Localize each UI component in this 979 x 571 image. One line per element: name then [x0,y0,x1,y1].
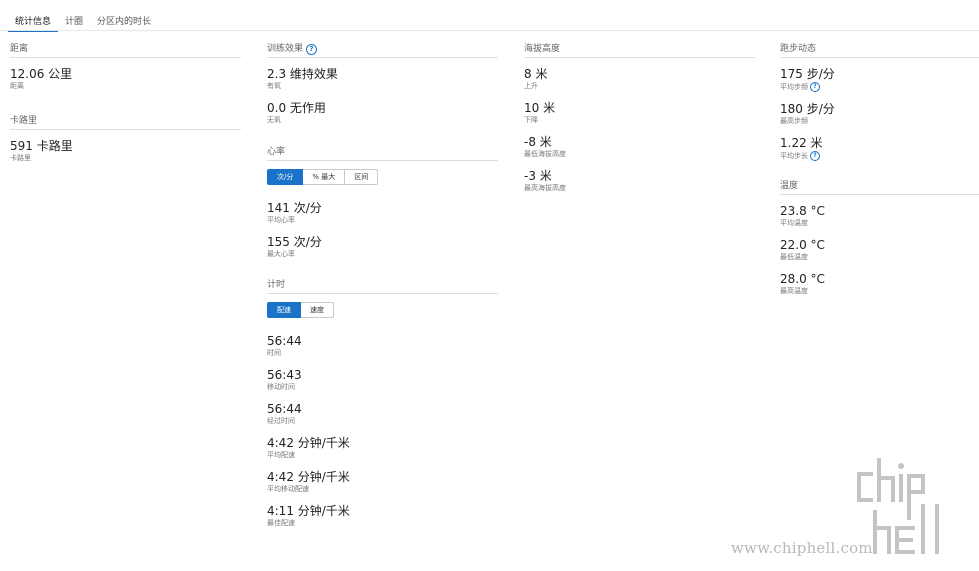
dynamics-label: 平均步频 ? [780,82,979,92]
distance-value: 12.06 公里 [10,67,73,81]
avg-hr-stat: 141 次/分 平均心率 [267,201,498,225]
running-dynamics-section-title: 跑步动态 [780,44,979,58]
timing-stats: 56:44 时间 56:43 移动时间 56:44 经过时间 4:42 分钟/千… [267,334,498,528]
temperature-label: 最高温度 [780,287,808,295]
anaerobic-stat: 0.0 无作用 无氧 [267,101,498,125]
calories-stat: 591 卡路里 卡路里 [10,139,241,163]
watermark-url: www.chiphell.com [731,539,873,557]
calories-label: 卡路里 [10,154,31,162]
tab-time-in-zones[interactable]: 分区内的时长 [90,8,158,30]
hr-percent-max-button[interactable]: % 最大 [303,169,346,185]
heart-rate-unit-toggle: 次/分 % 最大 区间 [267,169,498,185]
aerobic-stat: 2.3 维持效果 有氧 [267,67,498,91]
aerobic-label: 有氧 [267,82,281,90]
elevation-value: 10 米 [524,101,556,115]
max-hr-label: 最大心率 [267,250,295,258]
elevation-value: -3 米 [524,169,552,183]
column-elevation: 海拔高度 8 米 上升 10 米 下降 -8 米 最低海拔高度 -3 米 最高海… [524,44,755,193]
heart-rate-section-title: 心率 [267,147,498,161]
timing-label: 经过时间 [267,417,295,425]
avg-hr-value: 141 次/分 [267,201,322,215]
dynamics-stat: 180 步/分 最高步频 [780,102,979,126]
anaerobic-value: 0.0 无作用 [267,101,326,115]
calories-value: 591 卡路里 [10,139,73,153]
elevation-stat: 8 米 上升 [524,67,755,91]
elevation-label: 上升 [524,82,538,90]
stats-tabs: 统计信息 计圈 分区内的时长 [8,8,158,32]
hr-zone-button[interactable]: 区间 [345,169,379,185]
timing-value: 56:43 [267,368,302,382]
temperature-stat: 22.0 °C 最低温度 [780,238,979,262]
temperature-section-title: 温度 [780,181,979,195]
dynamics-value: 1.22 米 [780,136,823,150]
temperature-stat: 23.8 °C 平均温度 [780,204,979,228]
temperature-value: 23.8 °C [780,204,825,218]
help-icon[interactable]: ? [810,151,820,161]
elevation-value: 8 米 [524,67,548,81]
distance-section-title: 距离 [10,44,241,58]
dynamics-value: 180 步/分 [780,102,835,116]
dynamics-value: 175 步/分 [780,67,835,81]
training-effect-section-title: 训练效果 ? [267,43,498,58]
timing-stat: 56:44 经过时间 [267,402,498,426]
distance-label: 距离 [10,82,24,90]
timing-value: 56:44 [267,334,302,348]
calories-section-title: 卡路里 [10,116,241,130]
dynamics-stat: 1.22 米 平均步长 ? [780,136,979,161]
timing-value: 56:44 [267,402,302,416]
aerobic-value: 2.3 维持效果 [267,67,338,81]
temperature-value: 28.0 °C [780,272,825,286]
help-icon[interactable]: ? [306,43,318,55]
timing-value: 4:42 分钟/千米 [267,436,350,450]
elevation-value: -8 米 [524,135,552,149]
dynamics-stat: 175 步/分 平均步频 ? [780,67,979,92]
anaerobic-label: 无氧 [267,116,281,124]
elevation-label: 最高海拔高度 [524,184,566,192]
timing-stat: 56:44 时间 [267,334,498,358]
column-training: 训练效果 ? 2.3 维持效果 有氧 0.0 无作用 无氧 心率 次/分 % 最… [267,43,498,528]
max-hr-value: 155 次/分 [267,235,322,249]
temperature-label: 平均温度 [780,219,808,227]
dynamics-label: 最高步频 [780,117,808,125]
elevation-section-title: 海拔高度 [524,44,755,58]
timing-unit-toggle: 配速 速度 [267,302,498,318]
timing-stat: 4:42 分钟/千米 平均移动配速 [267,470,498,494]
dynamics-label: 平均步长 ? [780,151,979,161]
chiphell-watermark: www.chiphell.com [731,456,971,561]
timing-stat: 4:42 分钟/千米 平均配速 [267,436,498,460]
tab-laps[interactable]: 计圈 [58,8,90,30]
timing-label: 平均移动配速 [267,485,309,493]
column-dynamics: 跑步动态 175 步/分 平均步频 ? 180 步/分 最高步频 1.22 米 … [780,44,979,296]
avg-hr-label: 平均心率 [267,216,295,224]
timing-value: 4:42 分钟/千米 [267,470,350,484]
timing-section-title: 计时 [267,280,498,294]
elevation-stat: -3 米 最高海拔高度 [524,169,755,193]
temperature-stat: 28.0 °C 最高温度 [780,272,979,296]
tab-stats[interactable]: 统计信息 [8,8,59,32]
timing-label: 平均配速 [267,451,295,459]
temperature-label: 最低温度 [780,253,808,261]
hr-bpm-button[interactable]: 次/分 [267,169,304,185]
elevation-stat: -8 米 最低海拔高度 [524,135,755,159]
timing-label: 时间 [267,349,281,357]
pace-button[interactable]: 配速 [267,302,301,318]
elevation-label: 下降 [524,116,538,124]
timing-stat: 4:11 分钟/千米 最佳配速 [267,504,498,528]
elevation-stat: 10 米 下降 [524,101,755,125]
timing-label: 最佳配速 [267,519,295,527]
elevation-label: 最低海拔高度 [524,150,566,158]
help-icon[interactable]: ? [810,82,820,92]
timing-stat: 56:43 移动时间 [267,368,498,392]
temperature-value: 22.0 °C [780,238,825,252]
timing-value: 4:11 分钟/千米 [267,504,350,518]
max-hr-stat: 155 次/分 最大心率 [267,235,498,259]
column-distance: 距离 12.06 公里 距离 卡路里 591 卡路里 卡路里 [10,44,241,163]
tabs-divider [0,30,979,31]
distance-stat: 12.06 公里 距离 [10,67,241,91]
timing-label: 移动时间 [267,383,295,391]
speed-button[interactable]: 速度 [301,302,334,318]
